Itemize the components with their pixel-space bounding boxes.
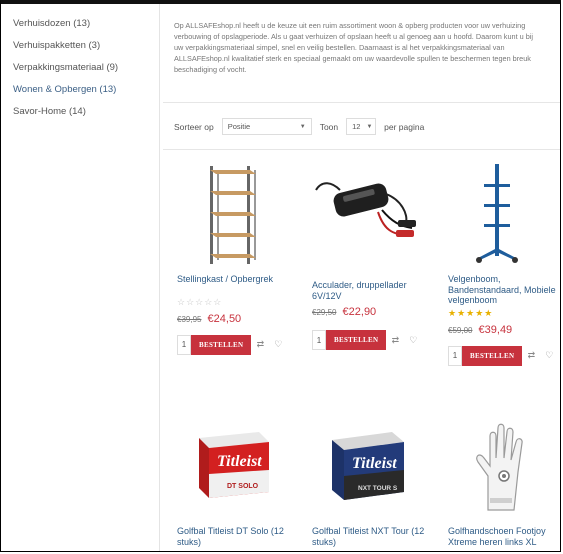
product-name[interactable]: Golfbal Titleist DT Solo (12 stuks)	[177, 526, 297, 547]
price: €59,00 €39,49	[448, 323, 560, 336]
heart-icon[interactable]: ♡	[269, 335, 287, 355]
box-model-text: DT SOLO	[227, 483, 259, 490]
sort-label: Sorteer op	[174, 121, 214, 132]
product-card: Acculader, druppellader 6V/12V €29,50 €2…	[312, 160, 432, 350]
product-name[interactable]: Acculader, druppellader 6V/12V	[312, 280, 432, 301]
category-description: Op ALLSAFEshop.nl heeft u de keuze uit e…	[174, 20, 560, 75]
intro-line: uw verpakkingsmateriaal simpel, snel en …	[174, 43, 505, 52]
intro-line: verbouwing of opslagperiode. Als u gaat …	[174, 32, 534, 41]
per-page-label: per pagina	[384, 121, 425, 132]
quantity-input[interactable]: 1	[177, 334, 191, 355]
old-price: €59,00	[448, 325, 473, 335]
price: €39,95 €24,50	[177, 313, 297, 325]
golf-ball-box-image[interactable]: Titleist DT SOLO	[177, 414, 277, 518]
tire-rack-image[interactable]	[448, 160, 548, 263]
quantity-input[interactable]: 1	[312, 330, 326, 350]
category-sidebar: Verhuisdozen (13) Verhuispakketten (3) V…	[13, 18, 163, 128]
shelving-rack-image[interactable]	[177, 160, 277, 264]
sale-price: €24,50	[207, 312, 242, 325]
product-card: Velgenboom, Bandenstandaard, Mobiele vel…	[448, 160, 560, 366]
sort-select[interactable]: Positie ▼	[221, 118, 312, 135]
rating-stars: ☆☆☆☆☆	[177, 296, 223, 307]
intro-line: Op ALLSAFEshop.nl heeft u de keuze uit e…	[174, 21, 526, 30]
sidebar-item-verhuispakketten[interactable]: Verhuispakketten (3)	[13, 40, 163, 51]
product-name[interactable]: Golfhandschoen Footjoy Xtreme heren link…	[448, 526, 560, 547]
add-to-cart-row: 1 BESTELLEN ⇄ ♡	[448, 345, 560, 366]
compare-icon[interactable]: ⇄	[522, 346, 540, 366]
product-card: Stellingkast / Opbergrek ☆☆☆☆☆ €39,95 €2…	[177, 160, 297, 355]
add-to-cart-row: 1 BESTELLEN ⇄ ♡	[312, 330, 432, 350]
compare-icon[interactable]: ⇄	[251, 335, 269, 355]
product-name[interactable]: Velgenboom, Bandenstandaard, Mobiele vel…	[448, 274, 560, 306]
box-brand-text: Titleist	[217, 453, 262, 470]
divider	[163, 102, 560, 103]
compare-icon[interactable]: ⇄	[386, 330, 404, 350]
golf-glove-image[interactable]	[448, 414, 548, 518]
add-to-cart-row: 1 BESTELLEN ⇄ ♡	[177, 334, 297, 355]
golf-ball-box-image[interactable]: Titleist NXT TOUR S	[312, 414, 412, 518]
sidebar-item-verhuisdozen[interactable]: Verhuisdozen (13)	[13, 18, 163, 29]
sidebar-item-savor-home[interactable]: Savor-Home (14)	[13, 106, 163, 117]
box-brand-text: Titleist	[352, 455, 397, 472]
page-size-select[interactable]: 12 ▼	[346, 118, 377, 135]
old-price: €39,95	[177, 314, 202, 324]
quantity-input[interactable]: 1	[448, 345, 462, 366]
box-model-text: NXT TOUR S	[358, 485, 398, 492]
product-card: Titleist DT SOLO Golfbal Titleist DT Sol…	[177, 414, 297, 547]
heart-icon[interactable]: ♡	[540, 346, 558, 366]
chevron-down-icon: ▼	[366, 123, 373, 130]
sort-toolbar: Sorteer op Positie ▼ Toon 12 ▼ per pagin…	[174, 118, 424, 135]
old-price: €29,50	[312, 308, 337, 317]
battery-charger-image[interactable]	[312, 160, 416, 260]
product-card: Titleist NXT TOUR S Golfbal Titleist NXT…	[312, 414, 432, 547]
order-button[interactable]: BESTELLEN	[191, 334, 252, 355]
heart-icon[interactable]: ♡	[404, 330, 422, 350]
divider	[163, 149, 560, 150]
sale-price: €39,49	[478, 323, 513, 336]
order-button[interactable]: BESTELLEN	[462, 345, 523, 366]
order-button[interactable]: BESTELLEN	[326, 330, 387, 350]
intro-line: ALLSAFEshop.nl kwalitatief sterk en spec…	[174, 54, 531, 63]
sidebar-item-verpakkingsmateriaal[interactable]: Verpakkingsmateriaal (9)	[13, 62, 163, 73]
page-frame: Verhuisdozen (13) Verhuispakketten (3) V…	[0, 0, 561, 552]
product-card: Golfhandschoen Footjoy Xtreme heren link…	[448, 414, 560, 547]
product-name[interactable]: Golfbal Titleist NXT Tour (12 stuks)	[312, 526, 432, 547]
rating-stars: ★★★★★	[448, 307, 494, 318]
intro-line: beschadiging of vocht.	[174, 65, 247, 74]
price: €29,50 €22,90	[312, 306, 432, 318]
page-size-value: 12	[352, 122, 361, 131]
chevron-down-icon: ▼	[299, 123, 306, 130]
sort-select-value: Positie	[227, 122, 251, 131]
sale-price: €22,90	[342, 306, 377, 318]
show-label: Toon	[319, 121, 339, 132]
product-name[interactable]: Stellingkast / Opbergrek	[177, 274, 297, 285]
sidebar-item-wonen-opbergen[interactable]: Wonen & Opbergen (13)	[13, 84, 163, 95]
